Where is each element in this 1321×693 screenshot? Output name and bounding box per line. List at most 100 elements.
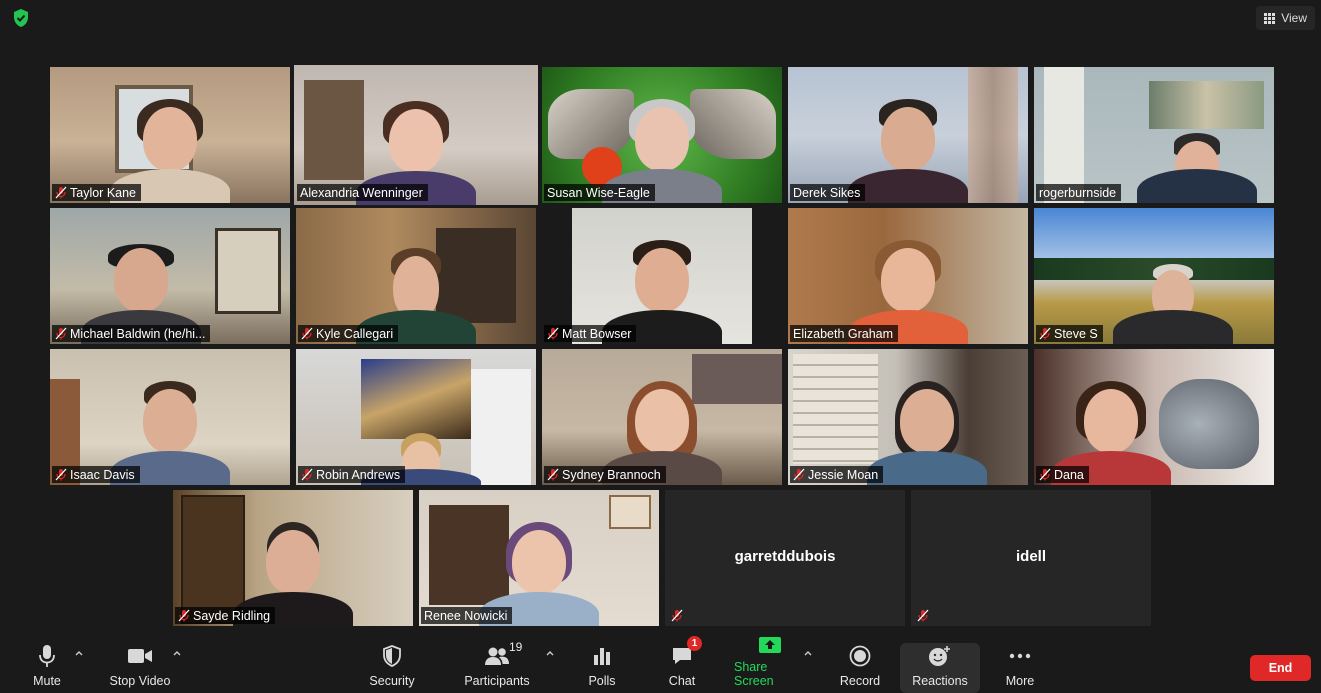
participant-name-label: Isaac Davis <box>52 466 140 483</box>
participant-name: idell <box>1015 548 1046 565</box>
video-tile[interactable]: Dana <box>1034 349 1274 485</box>
share-screen-icon <box>759 636 781 653</box>
record-icon <box>849 645 871 667</box>
video-tile[interactable]: Susan Wise-Eagle <box>542 67 782 203</box>
end-meeting-button[interactable]: End <box>1250 655 1311 681</box>
participant-name: garretddubois <box>734 548 836 565</box>
participant-name: Sydney Brannoch <box>562 467 661 482</box>
participants-options-chevron-up-icon[interactable] <box>544 647 556 659</box>
view-button[interactable]: View <box>1256 6 1315 30</box>
stop-video-label: Stop Video <box>109 674 171 688</box>
video-tile[interactable]: Taylor Kane <box>50 67 290 203</box>
video-tile[interactable]: Sayde Ridling <box>173 490 413 626</box>
people-icon <box>485 647 509 665</box>
participant-name: Derek Sikes <box>793 185 861 200</box>
mute-label: Mute <box>33 674 61 688</box>
video-options-chevron-up-icon[interactable] <box>171 647 183 659</box>
chat-unread-badge: 1 <box>687 636 702 651</box>
wall-frames <box>215 228 281 314</box>
chat-label: Chat <box>668 674 696 688</box>
video-tile[interactable]: Jessie Moan <box>788 349 1028 485</box>
curtain <box>1044 67 1084 203</box>
video-tile[interactable]: Isaac Davis <box>50 349 290 485</box>
mic-muted-icon <box>1039 327 1051 340</box>
bar-chart-icon <box>594 648 610 665</box>
video-tile[interactable]: Steve S <box>1034 208 1274 344</box>
security-button[interactable]: Security <box>365 633 419 693</box>
participants-button[interactable]: 19 Participants <box>462 633 532 693</box>
participant-video <box>1137 93 1258 203</box>
participant-name-label: Elizabeth Graham <box>790 325 899 342</box>
mic-muted-icon <box>301 468 313 481</box>
share-screen-label: Share Screen <box>734 660 774 688</box>
video-tile-video-off[interactable]: garretddubois <box>665 490 905 626</box>
video-tile[interactable]: Renee Nowicki <box>419 490 659 626</box>
participant-name: Steve S <box>1054 326 1098 341</box>
mute-button[interactable]: Mute <box>22 633 72 693</box>
participant-name: Michael Baldwin (he/hi... <box>70 326 206 341</box>
mic-muted-icon <box>55 468 67 481</box>
video-tile[interactable]: Elizabeth Graham <box>788 208 1028 344</box>
participant-name-label: Matt Bowser <box>544 325 637 342</box>
video-tile[interactable]: Sydney Brannoch <box>542 349 782 485</box>
participant-name: Robin Andrews <box>316 467 401 482</box>
stop-video-button[interactable]: Stop Video <box>103 633 177 693</box>
participant-name: Susan Wise-Eagle <box>547 185 650 200</box>
mute-options-chevron-up-icon[interactable] <box>73 647 85 659</box>
participant-name: Sayde Ridling <box>193 608 271 623</box>
specimen-drawers <box>793 354 878 464</box>
video-tile[interactable]: Michael Baldwin (he/hi... <box>50 208 290 344</box>
participant-name: Matt Bowser <box>562 326 632 341</box>
video-tile-video-off[interactable]: idell <box>911 490 1151 626</box>
reactions-button[interactable]: Reactions <box>906 633 974 693</box>
participant-name-label: Steve S <box>1036 325 1103 342</box>
participant-name-label: Kyle Callegari <box>298 325 399 342</box>
video-tile[interactable]: rogerburnside <box>1034 67 1274 203</box>
mic-muted-icon <box>917 609 929 622</box>
polls-button[interactable]: Polls <box>582 633 622 693</box>
mic-muted-icon <box>793 468 805 481</box>
participant-name-label: Alexandria Wenninger <box>297 184 428 201</box>
smiley-plus-icon <box>929 646 950 666</box>
chat-button[interactable]: 1 Chat <box>662 633 702 693</box>
view-label: View <box>1281 11 1307 25</box>
record-label: Record <box>839 674 881 688</box>
participant-name-label: Derek Sikes <box>790 184 866 201</box>
participant-name: Renee Nowicki <box>424 608 508 623</box>
mic-muted-icon <box>547 327 559 340</box>
wall-frame <box>609 495 651 529</box>
encryption-shield-icon[interactable] <box>10 7 32 29</box>
mic-muted-icon <box>55 327 67 340</box>
security-label: Security <box>369 674 415 688</box>
participant-name-label: Michael Baldwin (he/hi... <box>52 325 211 342</box>
share-screen-button[interactable]: Share Screen <box>734 633 806 693</box>
reactions-label: Reactions <box>912 674 968 688</box>
record-button[interactable]: Record <box>836 633 884 693</box>
meeting-toolbar: Mute Stop Video Security 19 Participants… <box>0 633 1321 693</box>
participant-name: Alexandria Wenninger <box>300 185 423 200</box>
participant-name-label: Dana <box>1036 466 1089 483</box>
participant-name-label: rogerburnside <box>1036 184 1122 201</box>
mic-muted-icon <box>55 186 67 199</box>
more-button[interactable]: More <box>1000 633 1040 693</box>
video-tile[interactable]: Robin Andrews <box>296 349 536 485</box>
participant-video <box>1113 234 1234 344</box>
mic-muted-icon <box>301 327 313 340</box>
share-options-chevron-up-icon[interactable] <box>802 647 814 659</box>
video-tile[interactable]: Matt Bowser <box>542 208 782 344</box>
video-tile[interactable]: Derek Sikes <box>788 67 1028 203</box>
mic-muted-icon <box>671 609 683 622</box>
more-label: More <box>1005 674 1035 688</box>
ellipsis-icon <box>1009 653 1031 659</box>
participant-name-label: Sydney Brannoch <box>544 466 666 483</box>
participant-name: rogerburnside <box>1039 185 1117 200</box>
birch-trees <box>968 67 1018 203</box>
participant-video <box>848 93 968 203</box>
polls-label: Polls <box>588 674 616 688</box>
dog <box>1159 379 1259 469</box>
participant-name: Elizabeth Graham <box>793 326 894 341</box>
video-tile[interactable]: Kyle Callegari <box>296 208 536 344</box>
participant-name: Dana <box>1054 467 1084 482</box>
participant-name-label: Jessie Moan <box>790 466 884 483</box>
video-tile-active-speaker[interactable]: Alexandria Wenninger <box>294 65 538 205</box>
